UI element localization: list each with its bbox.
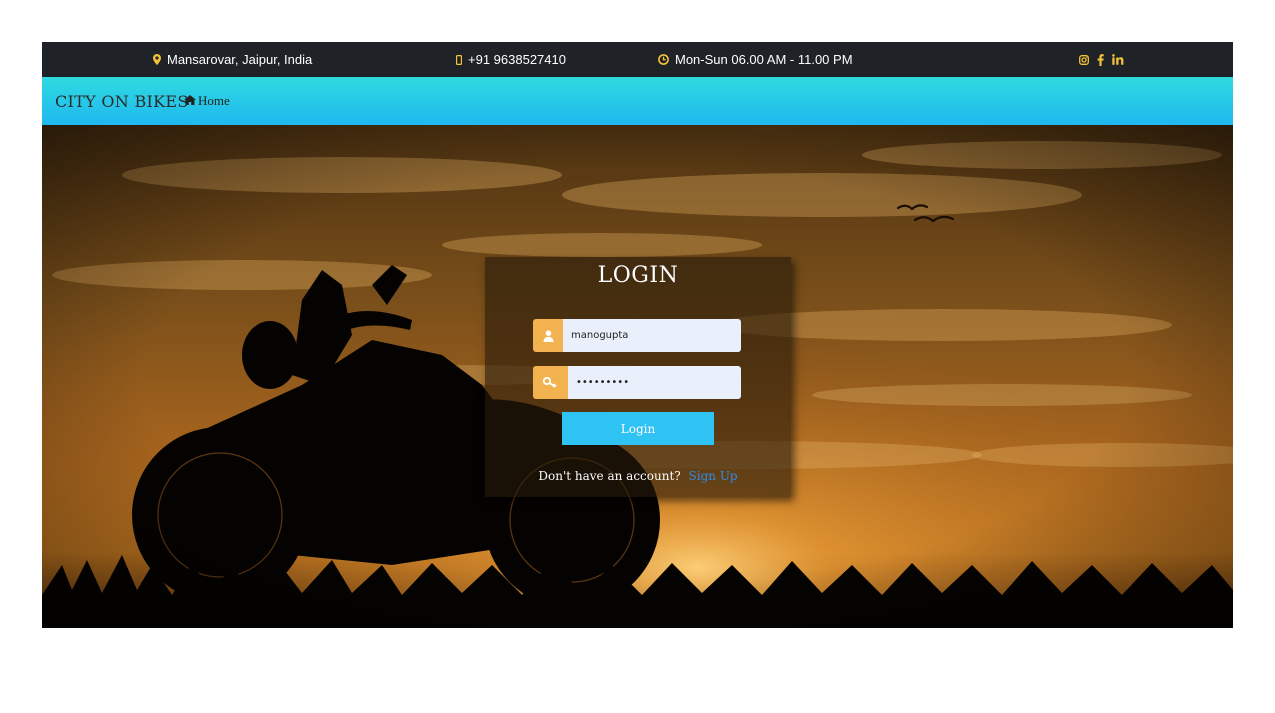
key-icon	[533, 366, 568, 399]
login-card: LOGIN Login Don't have an account? Sign …	[485, 257, 791, 497]
page-frame: Mansarovar, Jaipur, India +91 9638527410…	[42, 42, 1233, 628]
login-button[interactable]: Login	[562, 412, 714, 445]
username-field	[533, 319, 741, 352]
linkedin-icon[interactable]	[1112, 54, 1124, 65]
mobile-icon	[456, 54, 462, 65]
home-icon	[184, 93, 196, 109]
hours-info: Mon-Sun 06.00 AM - 11.00 PM	[658, 42, 853, 77]
nav-home-label: Home	[198, 93, 230, 108]
location-text: Mansarovar, Jaipur, India	[167, 52, 313, 67]
password-field	[533, 366, 741, 399]
user-icon	[533, 319, 563, 352]
navbar: CITY ON BIKES Home	[42, 77, 1233, 125]
signup-prompt-text: Don't have an account?	[538, 469, 681, 483]
facebook-icon[interactable]	[1097, 53, 1104, 66]
hero-background: LOGIN Login Don't have an account? Sign …	[42, 125, 1233, 628]
login-title: LOGIN	[597, 263, 679, 288]
location-info: Mansarovar, Jaipur, India	[153, 42, 312, 77]
username-input[interactable]	[563, 319, 741, 352]
clock-icon	[658, 54, 669, 65]
phone-text: +91 9638527410	[468, 52, 566, 67]
hours-text: Mon-Sun 06.00 AM - 11.00 PM	[675, 52, 853, 67]
top-info-bar: Mansarovar, Jaipur, India +91 9638527410…	[42, 42, 1233, 77]
password-input[interactable]	[568, 366, 741, 399]
phone-info: +91 9638527410	[456, 42, 566, 77]
brand-logo[interactable]: CITY ON BIKES	[55, 77, 189, 125]
signup-link[interactable]: Sign Up	[689, 469, 738, 483]
signup-prompt-line: Don't have an account? Sign Up	[485, 469, 791, 483]
social-links	[1079, 42, 1124, 77]
map-pin-icon	[153, 54, 161, 65]
nav-link-home[interactable]: Home	[184, 77, 230, 125]
instagram-icon[interactable]	[1079, 54, 1089, 65]
